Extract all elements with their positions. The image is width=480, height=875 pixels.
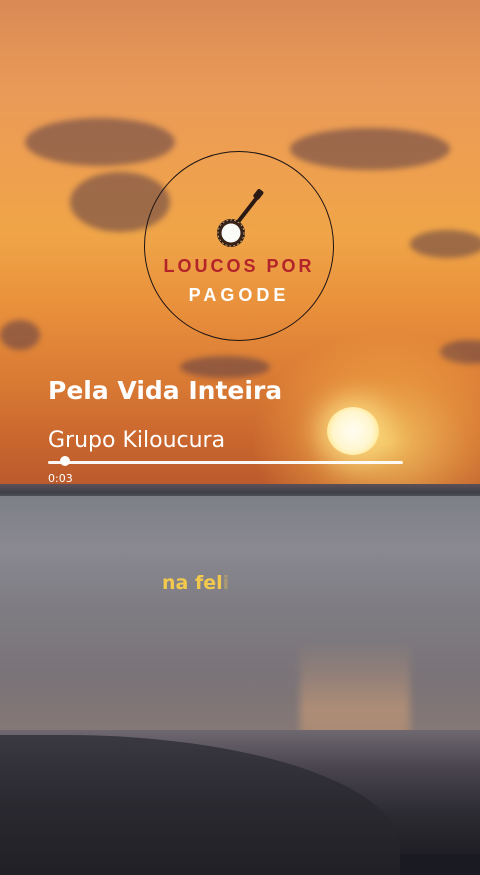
lyric-upcoming: i (222, 572, 230, 594)
cloud (0, 320, 40, 350)
progress-knob[interactable] (59, 456, 70, 466)
sunset-background (0, 0, 480, 875)
channel-logo: LOUCOS POR PAGODE (144, 151, 334, 341)
cloud (25, 118, 175, 166)
banjo-icon (217, 189, 264, 247)
sun (327, 407, 379, 455)
cloud (290, 128, 450, 170)
song-title: Pela Vida Inteira (48, 376, 283, 405)
cloud (410, 230, 480, 258)
lyric-sung: na fel (162, 572, 223, 594)
elapsed-time: 0:03 (48, 472, 73, 485)
artist-name: Grupo Kiloucura (48, 428, 226, 453)
progress-bar[interactable] (48, 461, 403, 464)
logo-text-line2: PAGODE (188, 285, 290, 305)
logo-text-line1: LOUCOS POR (163, 256, 315, 276)
lyric-line: na feli (162, 572, 229, 594)
